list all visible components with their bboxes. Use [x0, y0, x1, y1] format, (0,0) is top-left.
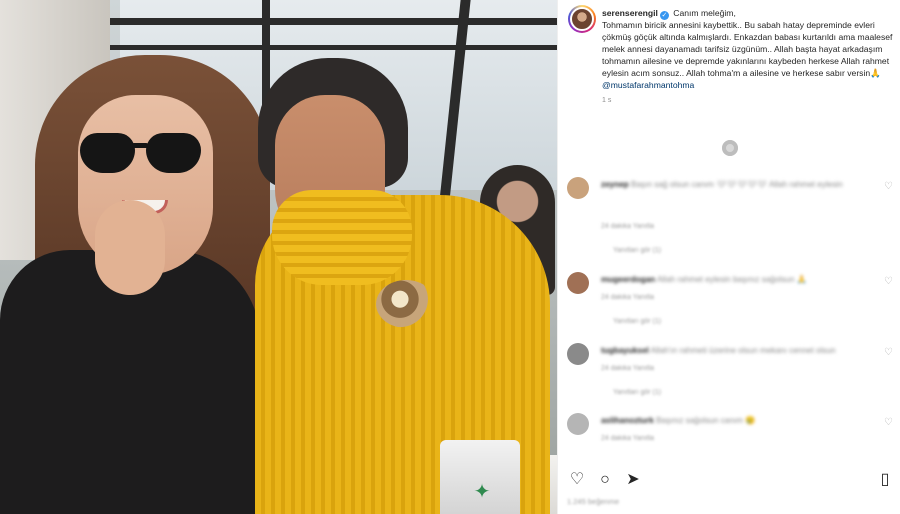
- view-replies-link[interactable]: Yanıtları gör (1): [613, 247, 661, 254]
- avatar[interactable]: [568, 5, 596, 33]
- loading-spinner-icon: [722, 140, 738, 156]
- comment-like-heart-icon[interactable]: ♡: [884, 276, 893, 287]
- comment-like-heart-icon[interactable]: ♡: [884, 417, 893, 428]
- username-link[interactable]: serenserengil: [602, 8, 658, 18]
- photo-window-frame: [110, 45, 557, 50]
- share-icon[interactable]: ➤: [623, 470, 643, 490]
- view-replies-link[interactable]: Yanıtları gör (1): [613, 389, 661, 396]
- photo-window-frame: [110, 18, 557, 25]
- post-caption: serenserengil ✓ Canım meleğim, Tohmamın b…: [602, 8, 898, 107]
- bookmark-icon[interactable]: ▯: [875, 470, 895, 490]
- comment-text: aslihanozturk Başınız sağolsun canım 😢: [601, 416, 756, 425]
- photo-cup: ✦: [440, 440, 520, 514]
- comment-text: mugeerdogan Allah rahmet eylesin başınız…: [601, 275, 807, 284]
- comment-text: zeynep Başın sağ olsun canım 🤍🤍🤍🤍🤍 Allah…: [601, 180, 843, 189]
- comment-meta[interactable]: 24 dakika Yanıtla: [601, 435, 654, 442]
- likes-count[interactable]: 1.245 beğenme: [567, 497, 619, 506]
- comment-avatar[interactable]: [567, 272, 589, 294]
- mention-link[interactable]: @mustafarahmantohma: [602, 80, 694, 90]
- comment-like-heart-icon[interactable]: ♡: [884, 181, 893, 192]
- comment-text: tugbayuksel Allah'ın rahmeti üzerine ols…: [601, 346, 836, 355]
- view-replies-link[interactable]: Yanıtları gör (1): [613, 318, 661, 325]
- comment-icon[interactable]: ○: [595, 470, 615, 490]
- comment-like-heart-icon[interactable]: ♡: [884, 347, 893, 358]
- post-time: 1 s: [602, 97, 612, 105]
- comment-avatar[interactable]: [567, 177, 589, 199]
- photo-person-left-hand: [95, 200, 165, 295]
- heart-icon[interactable]: ♡: [567, 470, 587, 490]
- caption-line-1: Canım meleğim,: [673, 8, 736, 18]
- caption-line-2: Tohmamın biricik annesini kaybettik.. Bu…: [602, 20, 893, 78]
- post-action-bar: ♡ ○ ➤ ▯: [567, 470, 895, 490]
- photo-sweater-collar: [272, 190, 412, 285]
- comment-meta[interactable]: 24 dakika Yanıtla: [601, 365, 654, 372]
- comment-avatar[interactable]: [567, 343, 589, 365]
- verified-badge-icon: ✓: [659, 11, 669, 20]
- post-photo[interactable]: ✦: [0, 0, 557, 514]
- comment-avatar[interactable]: [567, 413, 589, 435]
- comment-meta[interactable]: 24 dakika Yanıtla: [601, 294, 654, 301]
- photo-brooch: [376, 280, 436, 328]
- photo-sunglasses: [80, 133, 204, 177]
- comment-meta[interactable]: 24 dakika Yanıtla: [601, 223, 654, 230]
